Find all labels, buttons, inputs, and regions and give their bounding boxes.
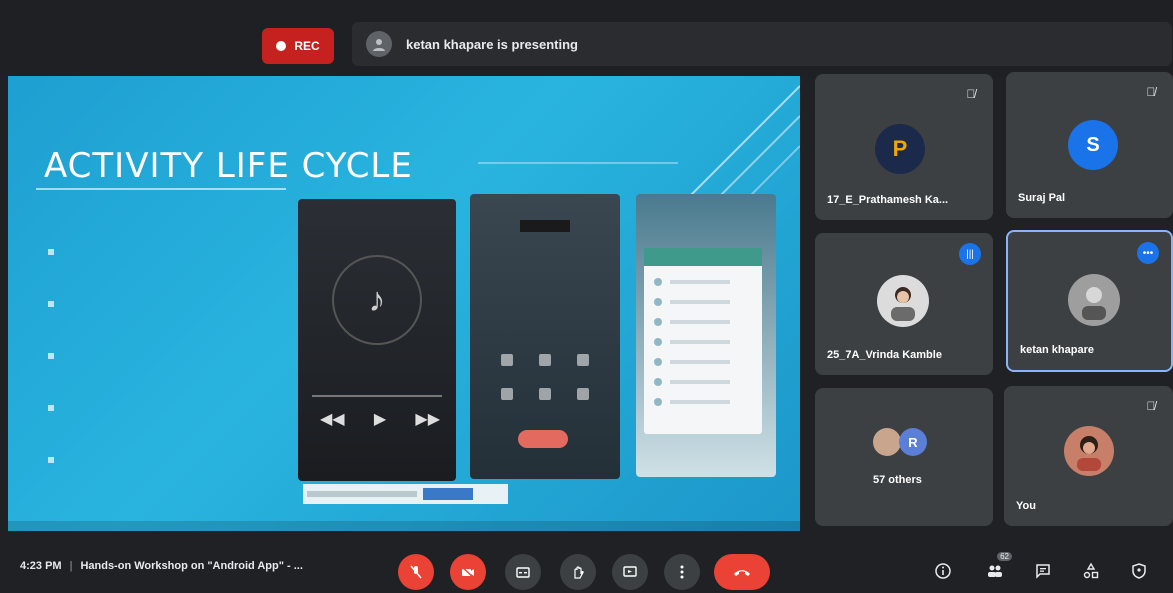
rewind-icon: ◀◀ <box>320 411 345 428</box>
meeting-details-button[interactable] <box>930 558 956 584</box>
shared-slide: ACTIVITY LIFE CYCLE ♪ ◀◀ ▶ ▶▶ <box>8 76 800 531</box>
participant-name: ketan khapare <box>1020 344 1094 356</box>
participant-tile[interactable]: 🎙̸ S Suraj Pal <box>1006 72 1173 218</box>
host-controls-button[interactable] <box>1126 558 1152 584</box>
participant-tile[interactable]: ||| 25_7A_Vrinda Kamble <box>815 233 993 375</box>
phone-screenshot-contacts <box>636 194 776 477</box>
presenting-text: ketan khapare is presenting <box>406 36 578 52</box>
avatar: R <box>899 428 927 456</box>
avatar <box>1068 274 1120 326</box>
person-photo-icon <box>1077 436 1101 471</box>
music-note-icon: ♪ <box>332 255 422 345</box>
rec-label: REC <box>294 39 320 53</box>
slide-title: ACTIVITY LIFE CYCLE <box>44 146 413 186</box>
present-screen-button[interactable] <box>612 554 648 590</box>
more-options-icon[interactable]: ••• <box>1137 242 1159 264</box>
contacts-header <box>644 248 762 266</box>
call-options-grid <box>488 354 602 400</box>
avatar <box>1064 426 1114 476</box>
chat-button[interactable] <box>1030 558 1056 584</box>
captions-button[interactable] <box>505 554 541 590</box>
seek-bar <box>312 395 442 397</box>
others-tile[interactable]: R 57 others <box>815 388 993 526</box>
avatar <box>877 275 929 327</box>
self-tile[interactable]: 🎙̸ You <box>1004 386 1173 526</box>
person-photo-icon <box>1082 287 1106 320</box>
contact-row <box>654 378 744 386</box>
slide-footer-strip <box>8 521 800 531</box>
title-underline <box>36 188 286 190</box>
hand-icon <box>574 566 584 579</box>
camera-off-icon <box>461 566 475 579</box>
slide-caption-bar <box>303 484 508 504</box>
participant-tile[interactable]: 🎙̸ P 17_E_Prathamesh Ka... <box>815 74 993 220</box>
speaking-indicator-icon: ||| <box>959 243 981 265</box>
more-options-button[interactable] <box>664 554 700 590</box>
slide-bullet <box>48 330 54 382</box>
phone-screenshot-call <box>470 194 620 479</box>
people-button[interactable]: 62 <box>982 552 1012 584</box>
people-count-badge: 62 <box>997 552 1012 561</box>
participant-tile-active[interactable]: ••• ketan khapare <box>1006 230 1173 372</box>
top-bar: REC ketan khapare is presenting <box>0 0 1173 78</box>
slide-bullet <box>48 278 54 330</box>
leave-call-button[interactable] <box>714 554 770 590</box>
raise-hand-button[interactable] <box>560 554 596 590</box>
hang-up-icon <box>734 570 750 576</box>
bottom-bar: 4:23 PM | Hands-on Workshop on "Android Ap… <box>0 540 1173 593</box>
fast-forward-icon: ▶▶ <box>415 411 440 428</box>
chat-icon <box>1036 564 1050 579</box>
mic-off-icon: 🎙̸ <box>1146 399 1156 413</box>
title-rule <box>478 162 678 164</box>
presenter-avatar <box>366 31 392 57</box>
player-controls: ◀◀ ▶ ▶▶ <box>320 409 440 429</box>
slide-bullet <box>48 226 54 278</box>
participant-name: 17_E_Prathamesh Ka... <box>827 194 949 206</box>
avatar: P <box>875 124 925 174</box>
participant-name: You <box>1016 500 1036 512</box>
slide-bullet <box>48 434 54 486</box>
meeting-info: 4:23 PM | Hands-on Workshop on "Android Ap… <box>20 560 303 572</box>
meeting-time: 4:23 PM <box>20 560 62 572</box>
contact-row <box>654 298 744 306</box>
meeting-title: Hands-on Workshop on "Android App" - ... <box>80 560 303 572</box>
others-count: 57 others <box>873 474 922 486</box>
mic-toggle-button[interactable] <box>398 554 434 590</box>
person-photo-icon <box>891 287 915 321</box>
record-dot-icon <box>276 41 287 51</box>
mic-off-icon <box>410 565 422 579</box>
contact-row <box>654 358 744 366</box>
avatar <box>873 428 901 456</box>
person-icon <box>373 39 385 51</box>
play-icon: ▶ <box>373 411 387 428</box>
captions-icon <box>516 567 530 578</box>
contact-row <box>654 338 744 346</box>
slide-bullet <box>48 382 54 434</box>
contact-row <box>654 278 744 286</box>
shield-icon <box>1132 563 1146 579</box>
mic-off-icon: 🎙̸ <box>1146 85 1156 99</box>
avatar: S <box>1068 120 1118 170</box>
camera-toggle-button[interactable] <box>450 554 486 590</box>
activities-icon <box>1083 562 1099 579</box>
slide-bullets <box>48 226 54 486</box>
end-call-shape <box>518 430 568 448</box>
present-icon <box>623 566 637 577</box>
contact-row <box>654 398 744 406</box>
more-vertical-icon <box>680 565 684 579</box>
people-icon <box>988 565 1002 577</box>
participant-name: Suraj Pal <box>1018 192 1066 204</box>
phone-screenshot-music: ♪ ◀◀ ▶ ▶▶ <box>298 199 456 481</box>
mic-off-icon: 🎙̸ <box>966 87 976 101</box>
participant-name: 25_7A_Vrinda Kamble <box>827 349 942 361</box>
info-icon <box>935 563 951 579</box>
contact-row <box>654 318 744 326</box>
presenting-banner: ketan khapare is presenting <box>352 22 1172 66</box>
activities-button[interactable] <box>1078 558 1104 584</box>
recording-badge[interactable]: REC <box>262 28 334 64</box>
caller-name-block <box>520 220 570 232</box>
